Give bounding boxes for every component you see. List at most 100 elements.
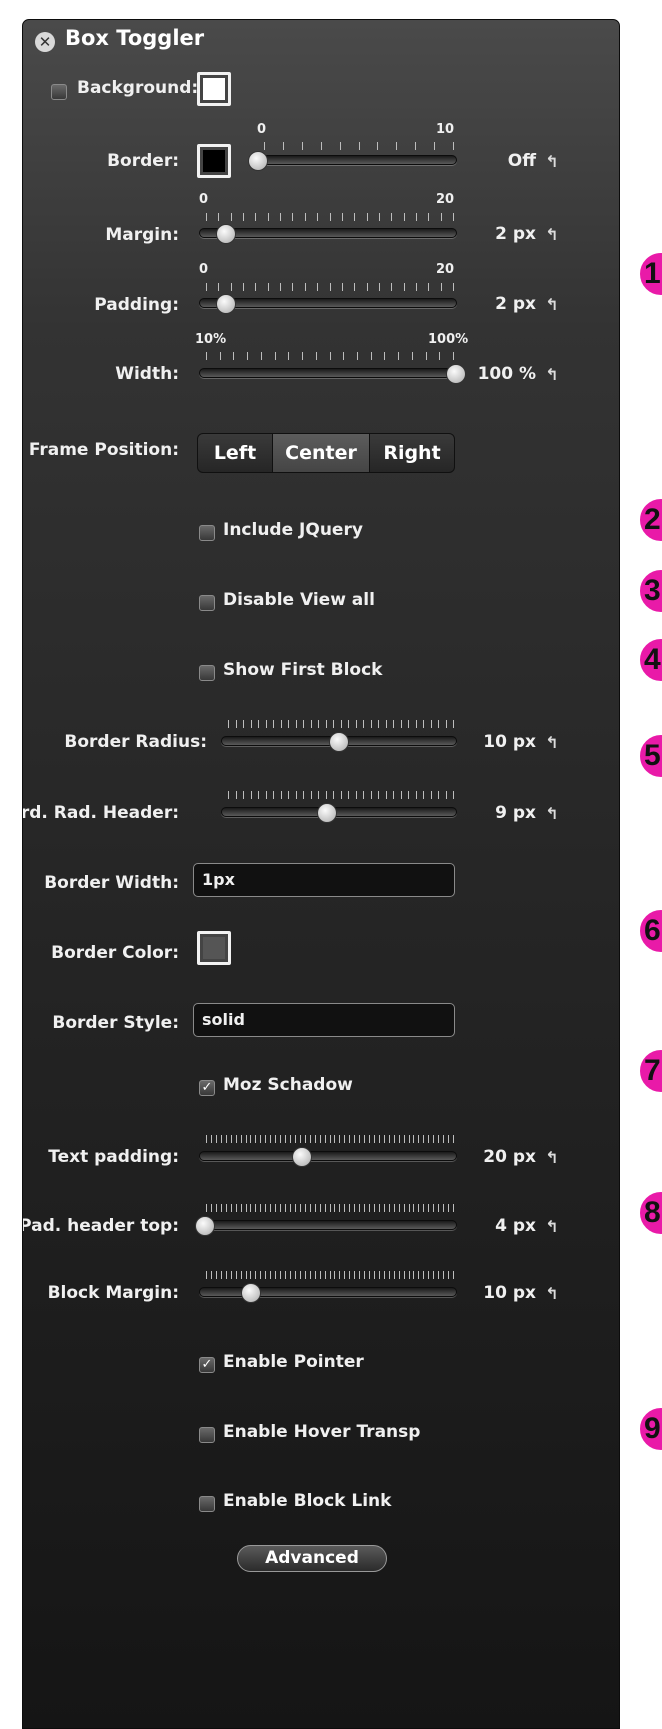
slider-tick — [230, 213, 232, 221]
slider-tick — [243, 791, 244, 799]
slider-tick — [260, 1204, 262, 1212]
margin-slider-track[interactable] — [199, 224, 457, 244]
advanced-button[interactable]: Advanced — [237, 1545, 387, 1572]
slider-tick — [413, 1135, 415, 1143]
border-color-picker[interactable] — [197, 931, 231, 965]
slider-tick — [304, 1271, 306, 1279]
slider-tick — [319, 1271, 321, 1279]
slider-tick — [294, 1271, 296, 1279]
slider-tick — [443, 1135, 445, 1143]
border-color-label: Border Color: — [51, 943, 179, 963]
slider-tick — [218, 283, 220, 291]
slider-tick — [408, 720, 409, 728]
disable-view-all-checkbox[interactable] — [199, 595, 215, 611]
text-padding-slider-track[interactable] — [199, 1147, 457, 1167]
slider-tick — [273, 720, 274, 728]
slider-tick — [359, 1204, 361, 1212]
slider-tick — [267, 213, 269, 221]
slider-tick — [378, 1271, 380, 1279]
slider-tick — [329, 1271, 331, 1279]
brd-rad-header-slider-track[interactable] — [221, 803, 457, 823]
close-icon[interactable]: ✕ — [35, 32, 55, 52]
text-padding-reset-icon[interactable]: ↰ — [543, 1148, 561, 1167]
slider-tick — [240, 1271, 242, 1279]
brd-rad-header-reset-icon[interactable]: ↰ — [543, 804, 561, 823]
border-slider-knob[interactable] — [248, 151, 268, 171]
slider-tick — [282, 142, 284, 150]
slider-tick — [433, 1135, 435, 1143]
include-jquery-checkbox[interactable] — [199, 525, 215, 541]
slider-tick — [303, 720, 304, 728]
slider-tick — [393, 1204, 395, 1212]
background-color-swatch[interactable] — [197, 72, 231, 106]
slider-tick — [270, 1271, 272, 1279]
padding-reset-icon[interactable]: ↰ — [543, 295, 561, 314]
width-slider-track[interactable] — [199, 364, 466, 384]
enable-pointer-checkbox[interactable]: ✓ — [199, 1357, 215, 1373]
slider-tick — [288, 352, 290, 360]
slider-tick — [439, 352, 441, 360]
slider-tick — [425, 352, 427, 360]
enable-block-link-checkbox[interactable] — [199, 1496, 215, 1512]
slider-tick — [280, 720, 282, 728]
slider-tick — [418, 1271, 420, 1279]
slider-tick — [275, 1204, 277, 1212]
slider-tick — [366, 213, 368, 221]
margin-slider-knob[interactable] — [215, 224, 236, 244]
slider-tick — [314, 1271, 316, 1279]
slider-tick — [339, 1204, 341, 1212]
background-checkbox[interactable] — [51, 84, 67, 100]
brd-rad-header-slider-knob[interactable] — [317, 803, 338, 823]
slider-tick — [250, 720, 252, 728]
pad-header-top-slider-knob[interactable] — [195, 1216, 216, 1236]
slider-tick — [393, 791, 394, 799]
slider-tick — [235, 1204, 237, 1212]
slider-tick — [299, 1271, 301, 1279]
brd-rad-header-value: 9 px — [495, 803, 536, 823]
slider-tick — [334, 1204, 336, 1212]
frame-position-right-button[interactable]: Right — [369, 433, 455, 473]
frame-position-center-button[interactable]: Center — [272, 433, 370, 473]
slider-tick — [270, 1204, 272, 1212]
border-slider-track[interactable] — [248, 151, 457, 171]
slider-tick — [370, 791, 372, 799]
border-style-input[interactable]: solid — [193, 1003, 455, 1037]
pad-header-top-slider-track[interactable] — [195, 1216, 457, 1236]
border-reset-icon[interactable]: ↰ — [543, 152, 561, 171]
slider-tick — [423, 791, 424, 799]
pad-header-top-value: 4 px — [495, 1216, 536, 1236]
slider-tick — [428, 1204, 430, 1212]
frame-position-label: Frame Position: — [28, 440, 179, 460]
border-style-label: Border Style: — [52, 1013, 179, 1033]
show-first-block-checkbox[interactable] — [199, 665, 215, 681]
frame-position-left-button[interactable]: Left — [197, 433, 273, 473]
slider-tick — [255, 1135, 257, 1143]
brd-rad-header-slider-ticks — [228, 791, 454, 799]
disable-view-all-label: Disable View all — [223, 590, 375, 610]
moz-schadow-checkbox[interactable]: ✓ — [199, 1080, 215, 1096]
width-reset-icon[interactable]: ↰ — [543, 365, 561, 384]
padding-min-label: 0 — [199, 262, 209, 277]
slider-tick — [285, 1204, 287, 1212]
text-padding-slider-knob[interactable] — [292, 1147, 313, 1167]
slider-tick — [299, 1135, 301, 1143]
slider-tick — [403, 1135, 405, 1143]
border-radius-slider-track[interactable] — [221, 732, 457, 752]
border-radius-slider-knob[interactable] — [329, 732, 349, 752]
padding-slider-knob[interactable] — [215, 294, 236, 314]
margin-slider-ticks — [206, 213, 454, 221]
enable-hover-transp-checkbox[interactable] — [199, 1427, 215, 1443]
pad-header-top-reset-icon[interactable]: ↰ — [543, 1217, 561, 1236]
block-margin-reset-icon[interactable]: ↰ — [543, 1284, 561, 1303]
border-radius-reset-icon[interactable]: ↰ — [543, 733, 561, 752]
padding-slider-track[interactable] — [199, 294, 457, 314]
margin-reset-icon[interactable]: ↰ — [543, 225, 561, 244]
border-width-input[interactable]: 1px — [193, 863, 455, 897]
slider-tick — [288, 791, 289, 799]
block-margin-slider-track[interactable] — [199, 1283, 457, 1303]
slider-tick — [275, 1271, 277, 1279]
slider-tick — [280, 1204, 282, 1212]
border-color-swatch[interactable] — [197, 144, 231, 178]
slider-tick — [245, 1135, 247, 1143]
block-margin-slider-knob[interactable] — [241, 1283, 262, 1303]
